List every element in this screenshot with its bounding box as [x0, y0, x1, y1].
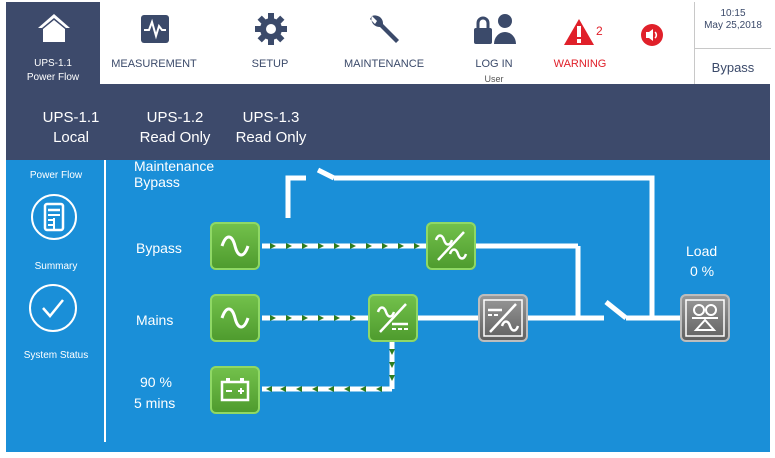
maintenance-bypass-label: Maintenance Bypass [134, 160, 214, 190]
inverter-tile[interactable] [478, 294, 528, 342]
power-flow-home-button[interactable]: UPS-1.1 Power Flow [6, 2, 100, 84]
warning-count-badge: 2 [596, 24, 603, 38]
static-switch-tile[interactable] [426, 222, 476, 270]
speaker-icon [641, 24, 663, 46]
warning-button[interactable]: WARNING [540, 2, 620, 84]
dc-ac-inverter-icon [483, 299, 523, 337]
clock: 10:15 May 25,2018 [695, 8, 771, 32]
mains-ac-source-tile[interactable] [210, 294, 260, 342]
bypass-label: Bypass [136, 240, 182, 256]
login-button[interactable]: LOG IN User [444, 2, 544, 84]
battery-tile[interactable] [210, 366, 260, 414]
ac-sine-icon [220, 307, 250, 329]
load-tile[interactable] [680, 294, 730, 342]
unit-name: UPS-1.3 [242, 109, 300, 126]
measurement-label: MEASUREMENT [111, 58, 197, 70]
ac-sine-icon [220, 235, 250, 257]
status-panel: 10:15 May 25,2018 Bypass [694, 2, 771, 84]
rectifier-tile[interactable] [368, 294, 418, 342]
load-value: 0 % [690, 263, 715, 279]
unit-state: Read Only [235, 129, 307, 146]
unit-name: UPS-1.1 [42, 109, 100, 126]
home-page-label: Power Flow [26, 72, 80, 83]
waveform-icon [141, 15, 169, 43]
status-divider [695, 48, 771, 49]
setup-button[interactable]: SETUP [220, 2, 320, 84]
maintenance-bypass-line1: Maintenance [134, 160, 215, 174]
power-flow-panel: Power Flow Summary System Status Mainten… [6, 160, 770, 452]
unit-selector-bar: UPS-1.1 Local UPS-1.2 Read Only UPS-1.3 … [6, 84, 770, 160]
unit-name: UPS-1.2 [146, 109, 204, 126]
warning-icon [564, 19, 594, 45]
unit-tab-3[interactable]: UPS-1.3 Read Only [228, 108, 314, 148]
maintenance-bypass-line2: Bypass [134, 174, 180, 190]
ups-screen: UPS-1.1 Power Flow MEASUREMENT SETUP MAI… [0, 0, 775, 458]
home-icon [38, 14, 70, 42]
ac-ac-converter-icon [434, 231, 468, 261]
unit-tab-1[interactable]: UPS-1.1 Local [36, 108, 106, 148]
clock-date: May 25,2018 [704, 20, 762, 31]
sound-button[interactable] [641, 24, 663, 46]
maintenance-label: MAINTENANCE [343, 58, 425, 70]
load-label: Load [686, 243, 718, 259]
mains-label: Mains [136, 312, 174, 328]
lock-user-icon [474, 14, 516, 44]
home-unit-label: UPS-1.1 [34, 58, 72, 69]
setup-label: SETUP [251, 58, 289, 70]
battery-time-label: 5 mins [134, 395, 176, 411]
login-user-label: User [484, 74, 504, 84]
battery-icon [220, 378, 250, 402]
gear-icon [255, 13, 287, 45]
operating-mode: Bypass [711, 60, 755, 75]
warning-label: WARNING [553, 58, 607, 70]
unit-tab-2[interactable]: UPS-1.2 Read Only [132, 108, 218, 148]
login-label: LOG IN [475, 58, 513, 70]
unit-state: Read Only [139, 129, 211, 146]
maintenance-button[interactable]: MAINTENANCE [334, 2, 434, 84]
load-icon [685, 299, 725, 337]
measurement-button[interactable]: MEASUREMENT [104, 2, 204, 84]
unit-state: Local [53, 129, 89, 146]
battery-level-label: 90 % [140, 374, 172, 390]
bypass-ac-source-tile[interactable] [210, 222, 260, 270]
wrench-icon [370, 15, 399, 43]
ac-dc-rectifier-icon [376, 303, 408, 333]
clock-time: 10:15 [720, 8, 746, 19]
